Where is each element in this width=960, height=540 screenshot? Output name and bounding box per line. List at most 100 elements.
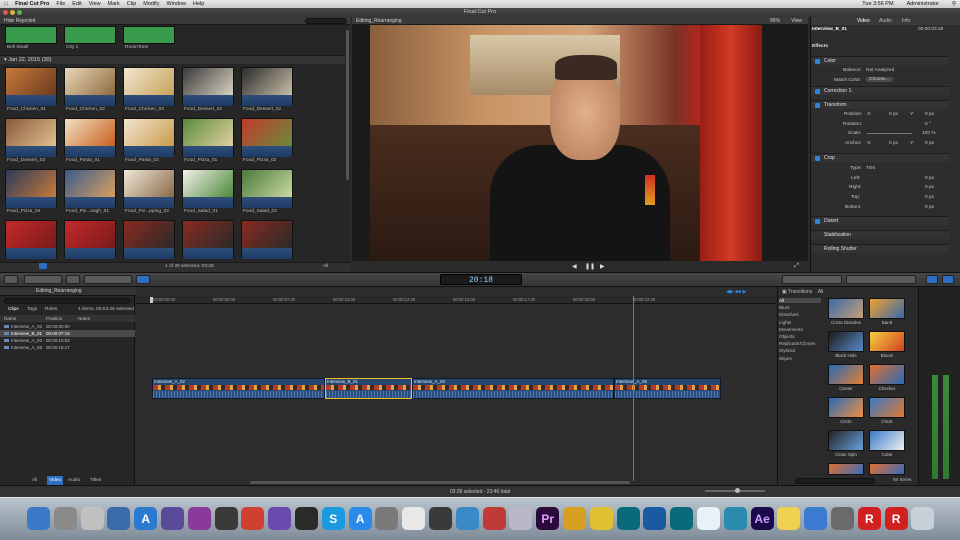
clip-thumbnail[interactable]: [5, 67, 57, 106]
menubar-clock[interactable]: Tue 3:56 PM: [862, 1, 893, 7]
filter-audio[interactable]: Audio: [68, 476, 80, 485]
menu-window[interactable]: Window: [166, 1, 186, 7]
timecode-display[interactable]: 20:18: [440, 274, 522, 285]
automator-icon[interactable]: [375, 507, 399, 530]
clip-thumbnail[interactable]: [123, 67, 175, 106]
davinci-icon[interactable]: [482, 507, 506, 530]
clip-thumbnail[interactable]: [64, 67, 116, 106]
transition-category[interactable]: Wipes: [779, 356, 821, 361]
clip-thumbnail[interactable]: [123, 220, 175, 259]
browser-scrollbar[interactable]: [346, 30, 349, 180]
spotlight-icon[interactable]: ⚲: [952, 1, 956, 7]
dvd-icon[interactable]: [509, 507, 533, 530]
filter-all[interactable]: All: [32, 476, 37, 485]
keyword-button[interactable]: [24, 275, 62, 284]
clip-appearance-buttons[interactable]: ◀▶ ■■ ▶: [726, 289, 774, 295]
aftereffects-icon[interactable]: Ae: [750, 507, 774, 530]
xcode-icon[interactable]: A: [134, 507, 158, 530]
fullscreen-icon[interactable]: ⤢: [794, 263, 799, 270]
play-button[interactable]: ❚❚: [585, 263, 595, 270]
hype-icon[interactable]: [187, 507, 211, 530]
clip-thumbnail[interactable]: [182, 118, 234, 157]
transition-category[interactable]: Objects: [779, 334, 821, 339]
launchpad-icon[interactable]: [53, 507, 77, 530]
tab-clips[interactable]: Clips: [8, 306, 19, 314]
menu-edit[interactable]: Edit: [72, 1, 81, 7]
clip-thumbnail[interactable]: [5, 220, 57, 259]
timeline-scrollbar[interactable]: [250, 481, 630, 484]
timeline-clip[interactable]: Interview_A_03: [412, 378, 614, 399]
color-section[interactable]: Color: [811, 56, 949, 65]
motion-icon[interactable]: [268, 507, 292, 530]
transition-category[interactable]: Dissolves: [779, 312, 821, 317]
transition-thumbnail[interactable]: [869, 364, 905, 385]
transition-thumbnail[interactable]: [828, 463, 864, 475]
scale-value[interactable]: 100 %: [922, 131, 936, 136]
next-frame-button[interactable]: ▶: [600, 263, 605, 270]
maya2-icon[interactable]: [670, 507, 694, 530]
import-button[interactable]: [4, 275, 18, 284]
compressor-icon[interactable]: [455, 507, 479, 530]
clip-thumbnail[interactable]: [5, 169, 57, 208]
browser-filter-all[interactable]: All: [323, 264, 328, 269]
minimize-window-button[interactable]: [10, 10, 15, 15]
menu-mark[interactable]: Mark: [108, 1, 120, 7]
thumb-bell-small[interactable]: [5, 26, 57, 44]
appstore-icon[interactable]: A: [348, 507, 372, 530]
transition-thumbnail[interactable]: [869, 397, 905, 418]
index-row[interactable]: Interview_B_01 00:00:07:15: [0, 330, 135, 337]
tab-roles[interactable]: Roles: [45, 306, 57, 314]
transition-category[interactable]: All: [779, 298, 821, 303]
menu-file[interactable]: File: [56, 1, 65, 7]
browser-search-field[interactable]: [305, 18, 347, 24]
safari-icon[interactable]: [697, 507, 720, 530]
transition-category[interactable]: Replicator/Clones: [779, 341, 821, 346]
clip-thumbnail[interactable]: [123, 169, 175, 208]
list-view-button[interactable]: [39, 263, 47, 269]
transform-section[interactable]: Transform: [811, 100, 949, 109]
rotation-value[interactable]: 0 °: [925, 122, 931, 127]
generators-buttons[interactable]: [846, 275, 916, 284]
menu-clip[interactable]: Clip: [127, 1, 136, 7]
correction-section[interactable]: Correction 1:: [811, 86, 949, 95]
transitions-search-field[interactable]: [795, 478, 875, 484]
transition-thumbnail[interactable]: [828, 331, 864, 352]
thumb-city-1[interactable]: [64, 26, 116, 44]
viewer-video-frame[interactable]: [370, 25, 762, 261]
transitions-filter[interactable]: All: [818, 289, 824, 295]
menu-app-name[interactable]: Final Cut Pro: [15, 1, 49, 7]
anchor-y-value[interactable]: 0 px: [925, 141, 934, 146]
clip-thumbnail[interactable]: [182, 169, 234, 208]
column-position[interactable]: Position: [46, 315, 62, 322]
crop-left-value[interactable]: 0 px: [925, 176, 934, 181]
imovie-star-icon[interactable]: [589, 507, 613, 530]
search-button[interactable]: [66, 275, 80, 284]
claquette-icon[interactable]: [241, 507, 265, 530]
anchor-x-value[interactable]: 0 px: [889, 141, 898, 146]
mosaic-icon[interactable]: [831, 507, 854, 530]
column-name[interactable]: Name: [4, 315, 16, 322]
cinema4d-icon[interactable]: [643, 507, 667, 530]
tab-audio[interactable]: Audio: [879, 17, 892, 25]
stabilization-section[interactable]: Stabilization: [811, 230, 949, 239]
viewer-zoom[interactable]: 96%: [770, 17, 780, 25]
roblox-icon[interactable]: R: [857, 507, 881, 530]
clip-thumbnail[interactable]: [241, 220, 293, 259]
apple-icon[interactable]: : [4, 1, 8, 7]
trash-icon[interactable]: [911, 507, 935, 530]
tab-info[interactable]: Info: [902, 17, 910, 25]
transition-thumbnail[interactable]: [869, 430, 905, 451]
index-search-field[interactable]: [4, 298, 130, 304]
iphoto-icon[interactable]: [107, 507, 131, 530]
skype-icon[interactable]: S: [321, 507, 345, 530]
transition-category[interactable]: Movements: [779, 327, 821, 332]
filmstrip-icon[interactable]: [295, 507, 318, 530]
browser-filter[interactable]: Hide Rejected: [0, 17, 350, 25]
rolling-shutter-section[interactable]: Rolling Shutter: [811, 244, 949, 253]
imovie-icon[interactable]: [161, 507, 184, 530]
clip-thumbnail[interactable]: [64, 118, 116, 157]
timeline-zoom-knob[interactable]: [735, 488, 740, 493]
crop-top-value[interactable]: 0 px: [925, 195, 934, 200]
viewer-view-menu[interactable]: View: [791, 17, 802, 25]
clip-thumbnail[interactable]: [64, 220, 116, 259]
